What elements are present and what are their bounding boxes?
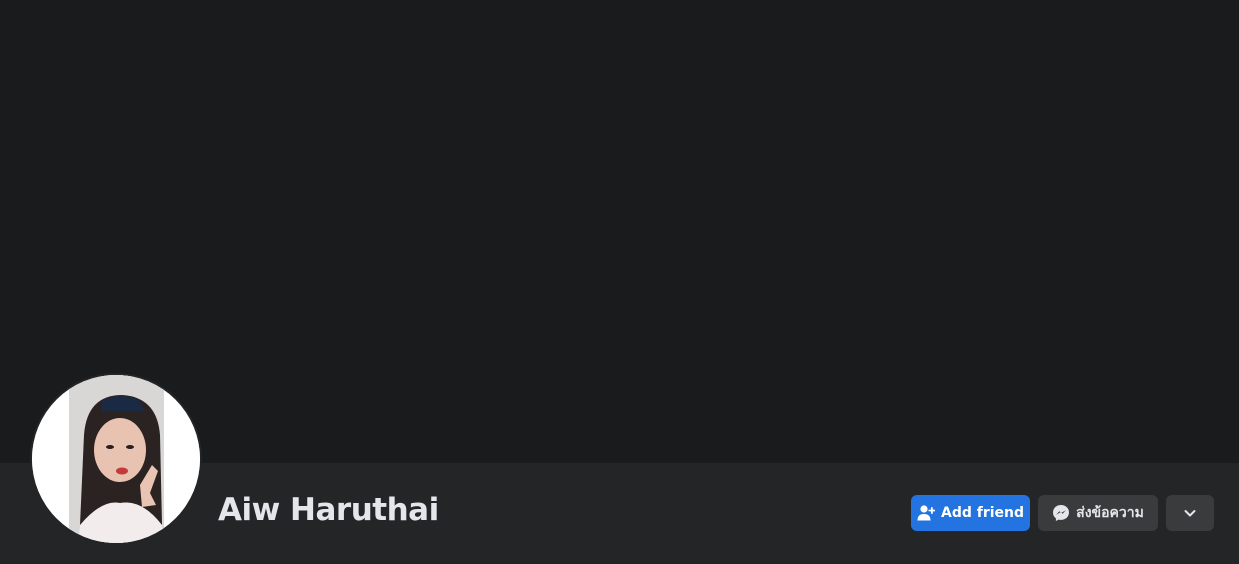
add-friend-label: Add friend <box>940 505 1025 521</box>
messenger-icon <box>1052 504 1070 522</box>
profile-name: Aiw Haruthai <box>218 492 439 528</box>
profile-page: Aiw Haruthai Add friend ส่งข้อความ <box>0 0 1239 564</box>
cover-photo[interactable] <box>0 0 1239 463</box>
more-options-button[interactable] <box>1166 495 1214 531</box>
profile-photo-image <box>32 375 200 543</box>
send-message-label: ส่งข้อความ <box>1076 505 1144 521</box>
add-friend-button[interactable]: Add friend <box>911 495 1030 531</box>
send-message-button[interactable]: ส่งข้อความ <box>1038 495 1158 531</box>
chevron-down-icon <box>1181 504 1199 522</box>
avatar[interactable] <box>32 375 200 543</box>
avatar-frame <box>30 373 202 545</box>
person-add-icon <box>917 504 935 522</box>
